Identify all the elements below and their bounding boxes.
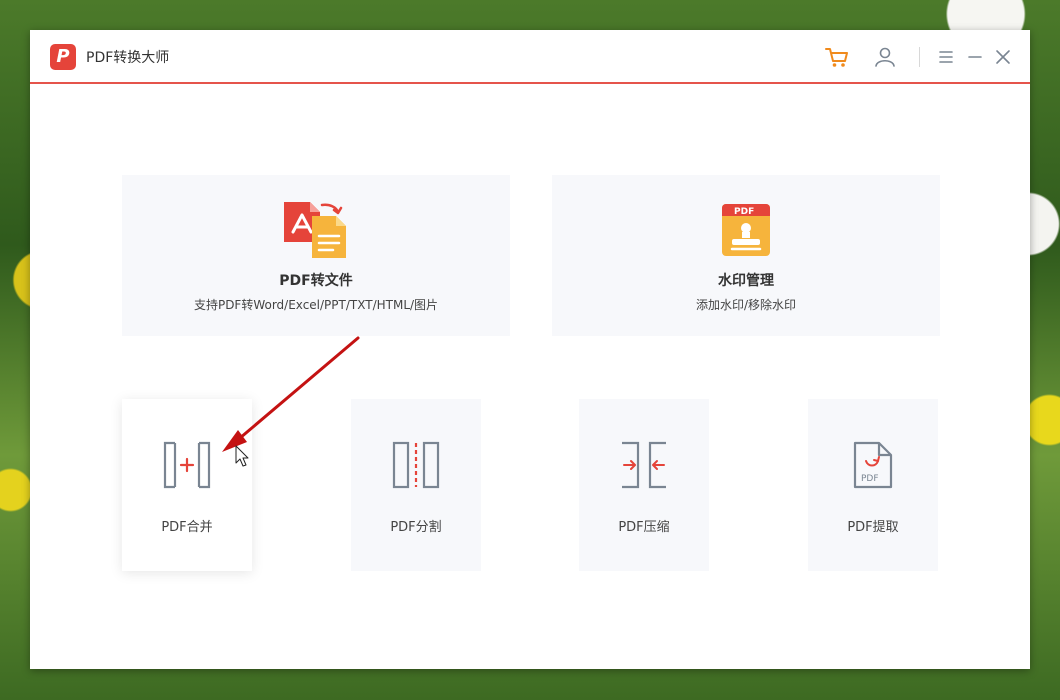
pdf-to-file-title: PDF转文件 (279, 273, 353, 289)
pdf-merge-label: PDF合并 (161, 520, 213, 535)
watermark-title: 水印管理 (718, 273, 774, 289)
watermark-icon-text: PDF (734, 207, 754, 217)
pdf-compress-label: PDF压缩 (618, 520, 670, 535)
extract-icon-text: PDF (861, 474, 879, 484)
menu-icon[interactable] (933, 44, 959, 70)
pdf-merge-card[interactable]: PDF合并 (122, 399, 252, 571)
watermark-icon: PDF (722, 204, 770, 256)
pdf-to-file-card[interactable]: PDF转文件 支持PDF转Word/Excel/PPT/TXT/HTML/图片 (122, 175, 510, 336)
pdf-split-card[interactable]: PDF分割 (351, 399, 481, 571)
cart-icon[interactable] (824, 44, 850, 70)
minimize-icon[interactable] (962, 44, 988, 70)
merge-icon (163, 441, 211, 489)
title-bar: P PDF转换大师 (30, 30, 1030, 84)
watermark-subtitle: 添加水印/移除水印 (695, 298, 797, 312)
pdf-split-label: PDF分割 (390, 520, 442, 535)
pdf-extract-label: PDF提取 (847, 520, 899, 535)
compress-icon (622, 441, 666, 489)
watermark-card[interactable]: PDF 水印管理 添加水印/移除水印 (552, 175, 940, 336)
toolbar-separator (919, 47, 920, 67)
app-logo: P (50, 44, 76, 70)
pdf-to-file-subtitle: 支持PDF转Word/Excel/PPT/TXT/HTML/图片 (193, 298, 439, 312)
close-icon[interactable] (990, 44, 1016, 70)
app-window: P PDF转换大师 PDF转文件 支持PDF转Word/Excel/PPT/TX… (30, 30, 1030, 669)
pdf-compress-card[interactable]: PDF压缩 (579, 399, 709, 571)
annotation-overlay (222, 336, 360, 467)
annotation-arrow (238, 336, 360, 440)
user-icon[interactable] (872, 44, 898, 70)
extract-icon: PDF (853, 441, 893, 489)
pdf-convert-icon (284, 202, 346, 258)
split-icon (392, 441, 440, 489)
pdf-extract-card[interactable]: PDF PDF提取 (808, 399, 938, 571)
app-title: PDF转换大师 (86, 50, 170, 66)
